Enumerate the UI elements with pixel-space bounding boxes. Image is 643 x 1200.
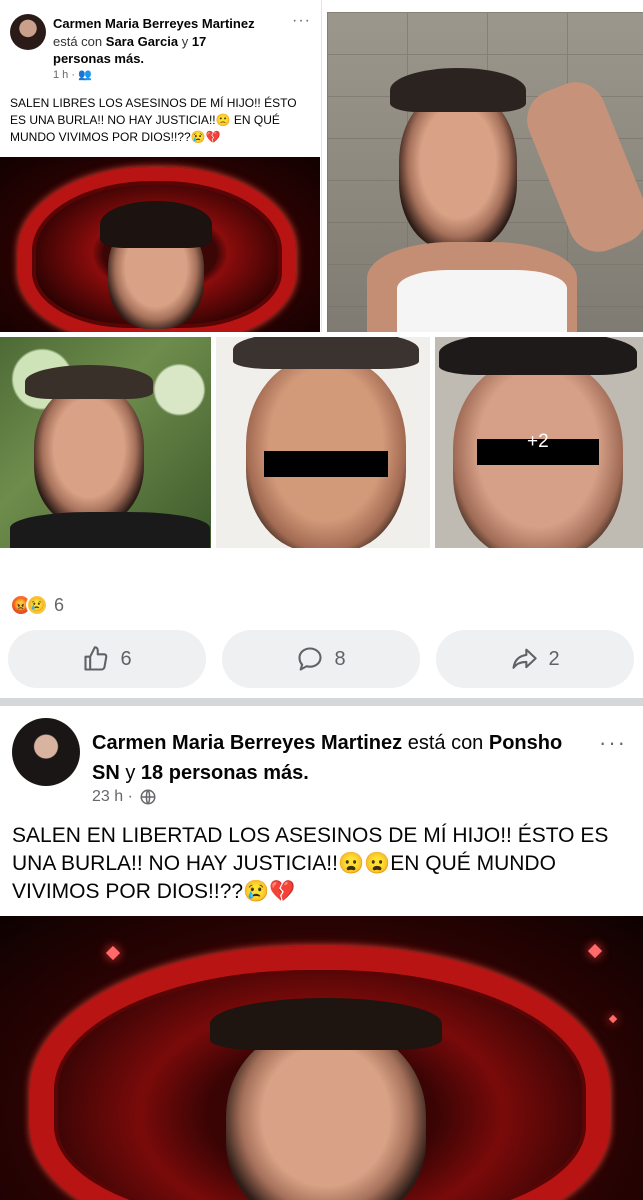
censor-bar-1: [264, 451, 388, 477]
with-prefix: está con: [407, 732, 484, 754]
more-photos-count[interactable]: +2: [527, 431, 549, 453]
reaction-summary[interactable]: 😡 😢 6: [10, 592, 64, 618]
white-tank-top: [397, 270, 567, 332]
selfie-photo[interactable]: [327, 12, 643, 332]
embedded-time: 1 h ·: [53, 69, 76, 81]
embedded-post-text: SALEN LIBRES LOS ASESINOS DE MÍ HIJO!! É…: [10, 96, 297, 144]
embedded-meta: 1 h · 👥: [53, 68, 92, 81]
sparkle: [587, 943, 603, 959]
like-button[interactable]: 6: [8, 630, 206, 688]
share-icon: [512, 648, 538, 669]
embedded-author-name: Carmen Maria Berreyes Martinez: [53, 16, 255, 31]
embedded-post-screenshot[interactable]: Carmen Maria Berreyes Martinez está con …: [0, 0, 322, 332]
embedded-tagged-line: está con Sara Garcia y 17 personas más.: [53, 33, 263, 67]
garden-photo[interactable]: [0, 337, 211, 548]
portrait-hair: [210, 998, 442, 1050]
comment-button[interactable]: 8: [222, 630, 420, 688]
and-text: y: [125, 762, 136, 784]
embedded-avatar: [10, 14, 46, 50]
sparkle: [105, 945, 121, 961]
mugshot-hair-2: [439, 337, 637, 375]
portrait-face: [210, 998, 442, 1200]
globe-icon: [140, 789, 156, 805]
tagged-others[interactable]: 18 personas más.: [141, 762, 309, 784]
photo-collage[interactable]: Carmen Maria Berreyes Martinez está con …: [0, 0, 643, 570]
embedded-tagged-name: Sara Garcia: [105, 34, 179, 49]
share-count: 2: [548, 647, 560, 670]
author-avatar[interactable]: [12, 718, 80, 786]
mugshot-photo-1[interactable]: [216, 337, 430, 548]
share-button[interactable]: 2: [436, 630, 634, 688]
thumbs-up-icon: [84, 646, 108, 671]
sad-reaction-icon: 😢: [26, 594, 48, 616]
post-heart-frame-photo[interactable]: [0, 916, 643, 1200]
post-text: SALEN EN LIBERTAD LOS ASESINOS DE MÍ HIJ…: [12, 824, 609, 903]
mugshot-hair-1: [233, 337, 419, 369]
feed-separator: [0, 698, 643, 706]
sparkle: [608, 1014, 618, 1024]
embedded-and: y: [181, 34, 189, 49]
author-name[interactable]: Carmen Maria Berreyes Martinez: [92, 732, 402, 754]
more-options-icon: ···: [292, 12, 311, 29]
post-header-line: Carmen Maria Berreyes Martinez está con …: [92, 728, 592, 788]
selfie-face: [389, 67, 527, 250]
reaction-count: 6: [54, 594, 65, 615]
garden-hair: [25, 365, 153, 399]
embedded-with-prefix: está con: [53, 34, 103, 49]
portrait-hair: [100, 201, 212, 249]
mugshot-photo-2[interactable]: +2: [435, 337, 643, 548]
feed-post: Carmen Maria Berreyes Martinez está con …: [0, 706, 643, 1200]
post-meta: 23 h ·: [92, 788, 157, 806]
comment-count: 8: [334, 647, 346, 670]
embedded-post-header: Carmen Maria Berreyes Martinez está con …: [10, 12, 315, 82]
more-options-icon[interactable]: ···: [599, 730, 627, 756]
garden-face: [25, 365, 153, 525]
selfie-hair: [389, 67, 527, 113]
garden-shirt: [10, 512, 210, 548]
friends-icon: 👥: [78, 69, 92, 81]
post-time[interactable]: 23 h ·: [92, 788, 133, 806]
comment-icon: [298, 647, 322, 671]
like-count: 6: [120, 647, 132, 670]
portrait-face: [100, 201, 212, 329]
embedded-heart-frame-photo: [0, 157, 320, 332]
